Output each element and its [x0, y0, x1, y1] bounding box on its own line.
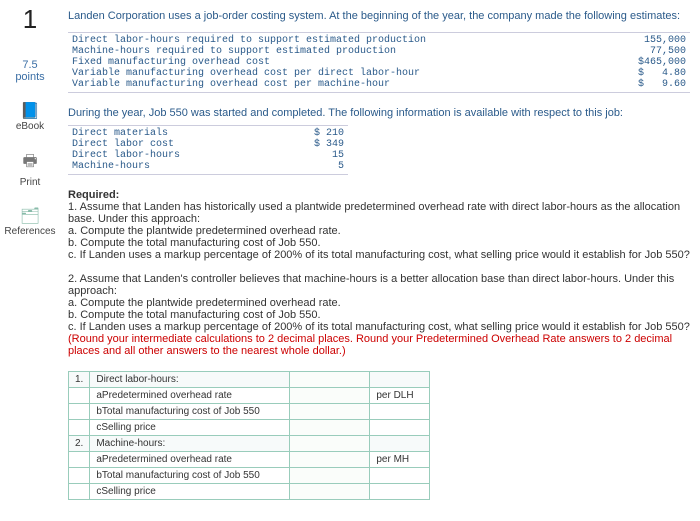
section-2-num: 2.: [69, 436, 90, 452]
row-2c-label: cSelling price: [90, 484, 290, 500]
points-label: points: [15, 71, 44, 83]
row-1c-label: cSelling price: [90, 420, 290, 436]
mid-text: During the year, Job 550 was started and…: [68, 107, 690, 119]
row-2a-unit: per MH: [370, 452, 430, 468]
requirement-line: a. Compute the plantwide predetermined o…: [68, 297, 690, 309]
estimate-label: Machine-hours required to support estima…: [68, 46, 620, 57]
printer-icon: 🖶: [0, 150, 60, 177]
estimate-value: 155,000: [620, 35, 690, 46]
job-value: $ 210: [278, 128, 348, 139]
rounding-note: (Round your intermediate calculations to…: [68, 333, 690, 357]
row-2c-input[interactable]: [290, 484, 370, 500]
answer-table: 1. Direct labor-hours: aPredetermined ov…: [68, 371, 430, 500]
row-2b-label: bTotal manufacturing cost of Job 550: [90, 468, 290, 484]
question-content: Landen Corporation uses a job-order cost…: [60, 0, 700, 510]
requirement-line: a. Compute the plantwide predetermined o…: [68, 225, 690, 237]
points-value: 7.5: [0, 59, 60, 71]
row-1a-input[interactable]: [290, 388, 370, 404]
references-link[interactable]: 🗂 References: [0, 206, 60, 237]
points: 7.5 points: [0, 59, 60, 83]
row-1a-label: aPredetermined overhead rate: [90, 388, 290, 404]
estimate-value: $ 9.60: [620, 79, 690, 90]
requirement-line: 2. Assume that Landen's controller belie…: [68, 273, 690, 297]
job-label: Direct labor-hours: [68, 150, 278, 161]
ebook-link[interactable]: 📘 eBook: [0, 101, 60, 132]
estimate-label: Variable manufacturing overhead cost per…: [68, 79, 620, 90]
question-number: 1: [0, 4, 60, 35]
section-2-head: Machine-hours:: [90, 436, 290, 452]
row-1a-unit: per DLH: [370, 388, 430, 404]
requirement-line: [68, 261, 690, 273]
intro-text: Landen Corporation uses a job-order cost…: [68, 10, 690, 22]
estimate-value: 77,500: [620, 46, 690, 57]
requirement-line: c. If Landen uses a markup percentage of…: [68, 321, 690, 333]
section-1-head: Direct labor-hours:: [90, 372, 290, 388]
job-value: 15: [278, 150, 348, 161]
requirement-line: c. If Landen uses a markup percentage of…: [68, 249, 690, 261]
sidebar: 1 7.5 points 📘 eBook 🖶 Print 🗂 Reference…: [0, 0, 60, 510]
job-label: Direct materials: [68, 128, 278, 139]
job-value: $ 349: [278, 139, 348, 150]
print-link[interactable]: 🖶 Print: [0, 150, 60, 188]
requirement-line: b. Compute the total manufacturing cost …: [68, 237, 690, 249]
row-2b-input[interactable]: [290, 468, 370, 484]
references-icon: 🗂: [0, 206, 60, 226]
book-icon: 📘: [0, 101, 60, 121]
job-label: Machine-hours: [68, 161, 278, 172]
row-1c-input[interactable]: [290, 420, 370, 436]
job-label: Direct labor cost: [68, 139, 278, 150]
estimate-value: $ 4.80: [620, 68, 690, 79]
requirement-line: b. Compute the total manufacturing cost …: [68, 309, 690, 321]
estimate-value: $465,000: [620, 57, 690, 68]
estimate-label: Fixed manufacturing overhead cost: [68, 57, 620, 68]
row-1b-input[interactable]: [290, 404, 370, 420]
requirements: Required: 1. Assume that Landen has hist…: [68, 189, 690, 357]
job-value: 5: [278, 161, 348, 172]
estimate-label: Direct labor-hours required to support e…: [68, 35, 620, 46]
row-2a-input[interactable]: [290, 452, 370, 468]
row-1b-label: bTotal manufacturing cost of Job 550: [90, 404, 290, 420]
section-1-num: 1.: [69, 372, 90, 388]
required-heading: Required:: [68, 189, 690, 201]
requirement-line: 1. Assume that Landen has historically u…: [68, 201, 690, 225]
estimate-label: Variable manufacturing overhead cost per…: [68, 68, 620, 79]
row-2a-label: aPredetermined overhead rate: [90, 452, 290, 468]
estimates-table: Direct labor-hours required to support e…: [68, 32, 690, 93]
job-table: Direct materials$ 210Direct labor cost$ …: [68, 125, 348, 175]
